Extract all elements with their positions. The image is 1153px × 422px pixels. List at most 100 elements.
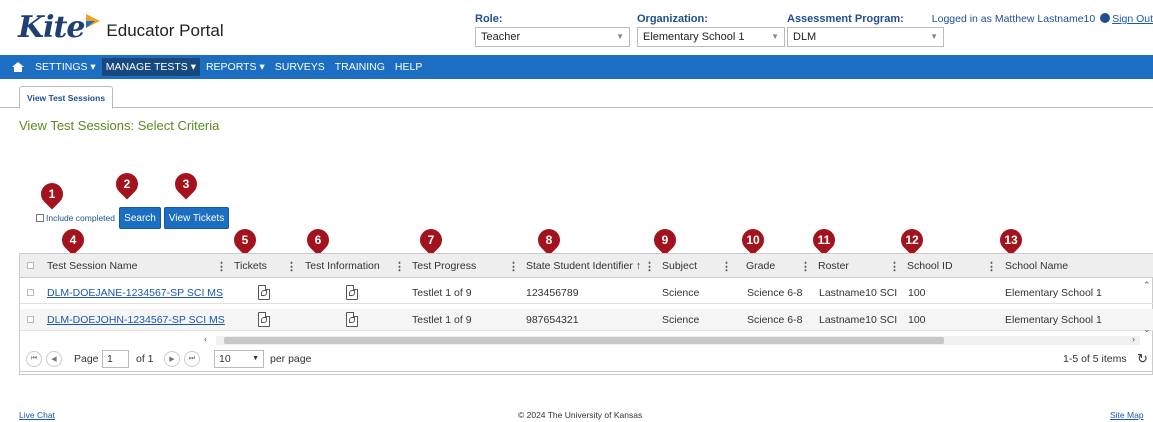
user-info: Logged in as Matthew Lastname10 Sign Out bbox=[932, 13, 1153, 25]
tab-view-test-sessions[interactable]: View Test Sessions bbox=[19, 86, 113, 109]
scroll-down-icon[interactable]: ⌄ bbox=[1143, 324, 1151, 335]
grade-cell: Science 6-8 bbox=[747, 314, 803, 326]
col-school-name[interactable]: School Name bbox=[1001, 254, 1068, 278]
organization-select-group: Organization: Elementary School 1 ▼ bbox=[637, 13, 785, 47]
horizontal-scrollbar[interactable]: ‹ › bbox=[204, 334, 1140, 345]
view-tickets-button[interactable]: View Tickets bbox=[164, 207, 229, 229]
row-checkbox[interactable] bbox=[27, 316, 34, 323]
kite-flag-icon bbox=[86, 13, 101, 28]
copyright-text: © 2024 The University of Kansas bbox=[518, 410, 643, 420]
table-row[interactable]: DLM-DOEJOHN-1234567-SP SCI MS Testlet 1 … bbox=[20, 309, 1153, 331]
include-completed-row: Include completed bbox=[36, 213, 115, 223]
col-state-student-identifier[interactable]: State Student Identifier ↑ bbox=[522, 254, 641, 278]
program-select-group: Assessment Program: DLM ▼ bbox=[787, 13, 944, 47]
program-value: DLM bbox=[793, 31, 817, 43]
per-page-select[interactable]: 10 ▼ bbox=[214, 350, 264, 368]
portal-name: Educator Portal bbox=[106, 20, 224, 40]
col-subject[interactable]: Subject bbox=[658, 254, 697, 278]
col-test-progress[interactable]: Test Progress bbox=[408, 254, 476, 278]
scrollbar-thumb[interactable] bbox=[224, 337, 944, 344]
scroll-left-icon[interactable]: ‹ bbox=[204, 334, 207, 344]
home-icon[interactable] bbox=[12, 62, 24, 72]
organization-label: Organization: bbox=[637, 13, 708, 25]
pdf-icon[interactable] bbox=[258, 285, 270, 300]
row-checkbox[interactable] bbox=[27, 289, 34, 296]
program-select[interactable]: DLM ▼ bbox=[787, 27, 944, 47]
marker-5: 5 bbox=[229, 224, 261, 256]
nav-training[interactable]: TRAINING bbox=[331, 58, 389, 76]
role-select[interactable]: Teacher ▼ bbox=[475, 27, 630, 47]
school-name-cell: Elementary School 1 bbox=[1005, 314, 1102, 326]
column-menu-icon[interactable]: ⋮ bbox=[508, 260, 519, 273]
column-menu-icon[interactable]: ⋮ bbox=[889, 260, 900, 273]
logo-text: Kite bbox=[18, 10, 85, 45]
nav-manage-tests[interactable]: MANAGE TESTS ▾ bbox=[101, 58, 200, 76]
sign-out-link[interactable]: Sign Out bbox=[1112, 13, 1153, 25]
page-label: Page bbox=[74, 353, 99, 365]
col-test-information[interactable]: Test Information bbox=[301, 254, 380, 278]
select-all-checkbox[interactable] bbox=[27, 262, 34, 269]
ssid-cell: 123456789 bbox=[526, 287, 579, 299]
ssid-cell: 987654321 bbox=[526, 314, 579, 326]
column-menu-icon[interactable]: ⋮ bbox=[644, 260, 655, 273]
school-name-cell: Elementary School 1 bbox=[1005, 287, 1102, 299]
col-grade[interactable]: Grade bbox=[742, 254, 775, 278]
refresh-icon[interactable]: ↻ bbox=[1137, 351, 1148, 367]
test-session-name-link[interactable]: DLM-DOEJANE-1234567-SP SCI MS bbox=[47, 287, 223, 299]
kite-logo[interactable]: Kite Educator Portal bbox=[18, 10, 224, 45]
live-chat-link[interactable]: Live Chat bbox=[19, 410, 55, 420]
grade-cell: Science 6-8 bbox=[747, 287, 803, 299]
col-tickets[interactable]: Tickets bbox=[230, 254, 267, 278]
chevron-down-icon: ▼ bbox=[616, 32, 624, 41]
pdf-icon[interactable] bbox=[258, 312, 270, 327]
col-roster[interactable]: Roster bbox=[814, 254, 849, 278]
column-menu-icon[interactable]: ⋮ bbox=[394, 260, 405, 273]
marker-1: 1 bbox=[36, 178, 68, 210]
roster-cell: Lastname10 SCI bbox=[819, 287, 898, 299]
test-session-name-link[interactable]: DLM-DOEJOHN-1234567-SP SCI MS bbox=[47, 314, 225, 326]
page-number-input[interactable]: 1 bbox=[102, 350, 129, 368]
column-menu-icon[interactable]: ⋮ bbox=[286, 260, 297, 273]
marker-3: 3 bbox=[170, 168, 202, 200]
program-label: Assessment Program: bbox=[787, 13, 904, 25]
column-menu-icon[interactable]: ⋮ bbox=[216, 260, 227, 273]
nav-help[interactable]: HELP bbox=[391, 58, 426, 76]
pdf-icon[interactable] bbox=[346, 312, 358, 327]
per-page-label: per page bbox=[270, 353, 312, 365]
col-test-session-name[interactable]: Test Session Name bbox=[43, 254, 137, 278]
nav-surveys[interactable]: SURVEYS bbox=[271, 58, 329, 76]
pager: ⏮ ◀ Page 1 of 1 ▶ ⏭ 10 ▼ per page 1-5 of… bbox=[19, 346, 1153, 372]
table-row[interactable]: DLM-DOEJANE-1234567-SP SCI MS Testlet 1 … bbox=[20, 282, 1153, 304]
col-school-id[interactable]: School ID bbox=[903, 254, 953, 278]
organization-select[interactable]: Elementary School 1 ▼ bbox=[637, 27, 785, 47]
site-map-link[interactable]: Site Map bbox=[1110, 410, 1144, 420]
column-menu-icon[interactable]: ⋮ bbox=[986, 260, 997, 273]
scroll-up-icon[interactable]: ⌃ bbox=[1143, 280, 1151, 291]
last-page-icon[interactable]: ⏭ bbox=[184, 351, 200, 367]
scroll-right-icon[interactable]: › bbox=[1132, 334, 1135, 344]
school-id-cell: 100 bbox=[908, 314, 926, 326]
marker-2: 2 bbox=[111, 168, 143, 200]
marker-10: 10 bbox=[737, 224, 769, 256]
include-completed-checkbox[interactable] bbox=[36, 214, 44, 222]
include-completed-label: Include completed bbox=[46, 213, 115, 223]
per-page-value: 10 bbox=[219, 353, 231, 365]
chevron-down-icon: ▼ bbox=[930, 32, 938, 41]
first-page-icon[interactable]: ⏮ bbox=[26, 351, 42, 367]
column-menu-icon[interactable]: ⋮ bbox=[721, 260, 732, 273]
school-id-cell: 100 bbox=[908, 287, 926, 299]
next-page-icon[interactable]: ▶ bbox=[164, 351, 180, 367]
nav-reports[interactable]: REPORTS ▾ bbox=[202, 58, 269, 76]
pdf-icon[interactable] bbox=[346, 285, 358, 300]
role-label: Role: bbox=[475, 13, 503, 25]
marker-8: 8 bbox=[533, 224, 565, 256]
column-menu-icon[interactable]: ⋮ bbox=[800, 260, 811, 273]
subject-cell: Science bbox=[662, 287, 700, 299]
marker-6: 6 bbox=[302, 224, 334, 256]
marker-9: 9 bbox=[649, 224, 681, 256]
tab-strip: View Test Sessions bbox=[0, 80, 1153, 109]
search-button[interactable]: Search bbox=[119, 207, 161, 229]
page-count: of 1 bbox=[136, 353, 154, 365]
prev-page-icon[interactable]: ◀ bbox=[46, 351, 62, 367]
nav-settings[interactable]: SETTINGS ▾ bbox=[31, 58, 100, 76]
